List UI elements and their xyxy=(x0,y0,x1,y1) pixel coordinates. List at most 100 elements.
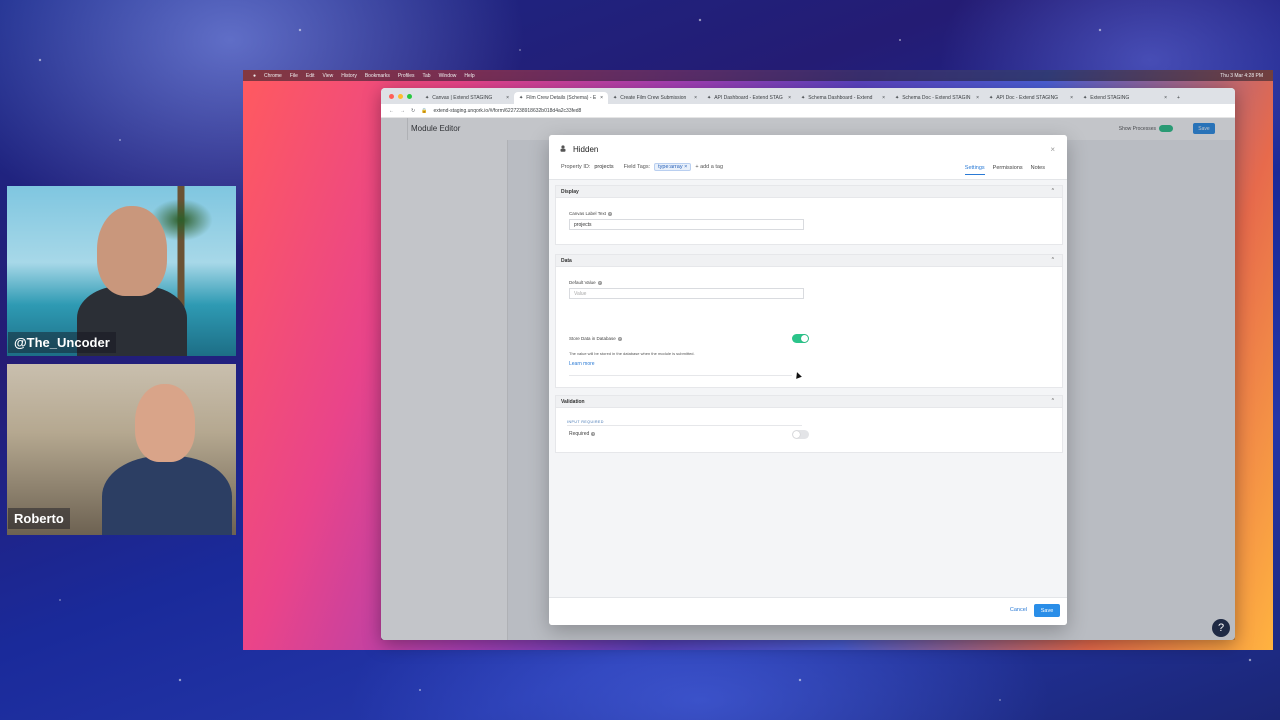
star-icon: ✦ xyxy=(801,95,806,101)
modal-footer: Cancel Save xyxy=(549,597,1067,625)
help-icon[interactable]: ? xyxy=(617,336,622,341)
default-value-label: Default Value? xyxy=(569,280,602,285)
close-tab-icon[interactable]: × xyxy=(694,95,697,101)
browser-tab[interactable]: ✦ Canvas | Extend STAGING × xyxy=(420,92,514,104)
toggle-knob xyxy=(801,335,808,342)
forward-icon[interactable]: → xyxy=(400,108,405,114)
menu-window[interactable]: Window xyxy=(439,73,457,79)
browser-tab[interactable]: ✦ API Dashboard - Extend STAG × xyxy=(702,92,796,104)
url-field[interactable]: extend-staging.unqork.io/#/form/62272389… xyxy=(433,108,581,114)
cancel-button[interactable]: Cancel xyxy=(1010,607,1027,613)
apple-icon[interactable]: ● xyxy=(253,73,256,79)
tab-strip: ✦ Canvas | Extend STAGING × ✦ Film Crew Det… xyxy=(381,88,1235,104)
help-icon[interactable]: ? xyxy=(607,211,612,216)
chevron-up-icon[interactable]: ⌃ xyxy=(1051,398,1055,404)
browser-tab[interactable]: ✦ Extend STAGING × xyxy=(1078,92,1172,104)
help-bubble-button[interactable]: ? xyxy=(1212,619,1230,637)
property-id-label: Property ID: xyxy=(561,164,591,170)
tab-permissions[interactable]: Permissions xyxy=(993,165,1023,175)
data-section: Data ⌃ Default Value? Value Store Data i… xyxy=(555,254,1063,388)
chevron-up-icon[interactable]: ⌃ xyxy=(1051,257,1055,263)
data-section-header[interactable]: Data ⌃ xyxy=(556,255,1062,267)
menubar-clock[interactable]: Thu 3 Mar 4:28 PM xyxy=(1220,73,1263,79)
guest-name-bottom: Roberto xyxy=(8,508,70,529)
tab-label: Extend STAGING xyxy=(1090,95,1130,101)
back-icon[interactable]: ← xyxy=(389,108,394,114)
canvas-label-input[interactable]: projects xyxy=(569,219,804,230)
close-tab-icon[interactable]: × xyxy=(976,95,979,101)
store-data-label: Store Data in Database? xyxy=(569,336,622,341)
menu-bookmarks[interactable]: Bookmarks xyxy=(365,73,390,79)
property-id-value[interactable]: projects xyxy=(594,164,613,170)
section-heading: Validation xyxy=(561,398,585,405)
window-controls xyxy=(381,94,420,104)
display-section-header[interactable]: Display ⌃ xyxy=(556,186,1062,198)
tab-label: API Doc - Extend STAGING xyxy=(996,95,1059,101)
star-icon: ✦ xyxy=(425,95,430,101)
display-section: Display ⌃ Canvas Label Text? projects xyxy=(555,185,1063,245)
browser-tab-active[interactable]: ✦ Film Crew Details (Schema) - E × xyxy=(514,92,608,104)
close-tab-icon[interactable]: × xyxy=(506,95,509,101)
help-icon[interactable]: ? xyxy=(597,280,602,285)
lock-icon: 🔒 xyxy=(421,107,428,114)
input-required-caption: INPUT REQUIRED xyxy=(567,420,604,424)
field-tag-text: type:array xyxy=(658,164,683,170)
tab-label: Schema Doc - Extend STAGIN xyxy=(902,95,971,101)
save-button[interactable]: Save xyxy=(1034,604,1060,617)
tab-notes[interactable]: Notes xyxy=(1031,165,1045,175)
person-head xyxy=(135,384,195,462)
property-meta: Property ID: projects Field Tags: type:a… xyxy=(561,163,723,171)
close-window-button[interactable] xyxy=(389,94,394,99)
menu-tab[interactable]: Tab xyxy=(423,73,431,79)
star-icon: ✦ xyxy=(707,95,712,101)
store-data-toggle[interactable] xyxy=(792,334,809,343)
zoom-window-button[interactable] xyxy=(407,94,412,99)
divider xyxy=(567,425,802,426)
reload-icon[interactable]: ↻ xyxy=(411,108,415,114)
canvas-label-text-label: Canvas Label Text? xyxy=(569,211,612,216)
browser-tab[interactable]: ✦ Create Film Crew Submission × xyxy=(608,92,702,104)
chevron-up-icon[interactable]: ⌃ xyxy=(1051,188,1055,194)
label-text: Store Data in Database xyxy=(569,336,616,341)
required-toggle[interactable] xyxy=(792,430,809,439)
star-icon: ✦ xyxy=(613,95,618,101)
menu-file[interactable]: File xyxy=(290,73,298,79)
menu-help[interactable]: Help xyxy=(464,73,474,79)
default-value-input[interactable]: Value xyxy=(569,288,804,299)
store-data-description: The value will be stored in the database… xyxy=(569,351,695,356)
browser-tab[interactable]: ✦ Schema Dashboard - Extend × xyxy=(796,92,890,104)
guest-name-top: @The_Uncoder xyxy=(8,332,116,353)
menu-history[interactable]: History xyxy=(341,73,357,79)
address-bar: ← → ↻ 🔒 extend-staging.unqork.io/#/form/… xyxy=(381,104,1235,118)
close-icon[interactable]: × xyxy=(1050,145,1055,154)
close-tab-icon[interactable]: × xyxy=(1164,95,1167,101)
help-icon[interactable]: ? xyxy=(591,431,596,436)
validation-section-header[interactable]: Validation ⌃ xyxy=(556,396,1062,408)
star-icon: ✦ xyxy=(519,95,524,101)
close-tab-icon[interactable]: × xyxy=(788,95,791,101)
tab-label: API Dashboard - Extend STAG xyxy=(714,95,783,101)
hidden-icon xyxy=(560,145,566,152)
browser-tab[interactable]: ✦ Schema Doc - Extend STAGIN × xyxy=(890,92,984,104)
browser-tab[interactable]: ✦ API Doc - Extend STAGING × xyxy=(984,92,1078,104)
new-tab-button[interactable]: + xyxy=(1172,92,1186,104)
star-icon: ✦ xyxy=(989,95,994,101)
menu-edit[interactable]: Edit xyxy=(306,73,315,79)
close-tab-icon[interactable]: × xyxy=(1070,95,1073,101)
learn-more-link[interactable]: Learn more xyxy=(569,361,595,367)
menu-profiles[interactable]: Profiles xyxy=(398,73,415,79)
field-tag-chip[interactable]: type:array × xyxy=(654,163,692,171)
modal-header: Hidden × Property ID: projects Field Tag… xyxy=(549,135,1067,180)
section-heading: Data xyxy=(561,257,572,264)
close-tab-icon[interactable]: × xyxy=(600,95,603,101)
tab-settings[interactable]: Settings xyxy=(964,165,985,175)
minimize-window-button[interactable] xyxy=(398,94,403,99)
tab-label: Film Crew Details (Schema) - E xyxy=(526,95,597,101)
tab-label: Schema Dashboard - Extend xyxy=(808,95,873,101)
person-head xyxy=(97,206,167,296)
add-tag-link[interactable]: + add a tag xyxy=(695,164,723,170)
close-tab-icon[interactable]: × xyxy=(882,95,885,101)
menu-view[interactable]: View xyxy=(323,73,334,79)
menubar-app-name[interactable]: Chrome xyxy=(264,73,282,79)
field-tags-label: Field Tags: xyxy=(623,164,651,170)
